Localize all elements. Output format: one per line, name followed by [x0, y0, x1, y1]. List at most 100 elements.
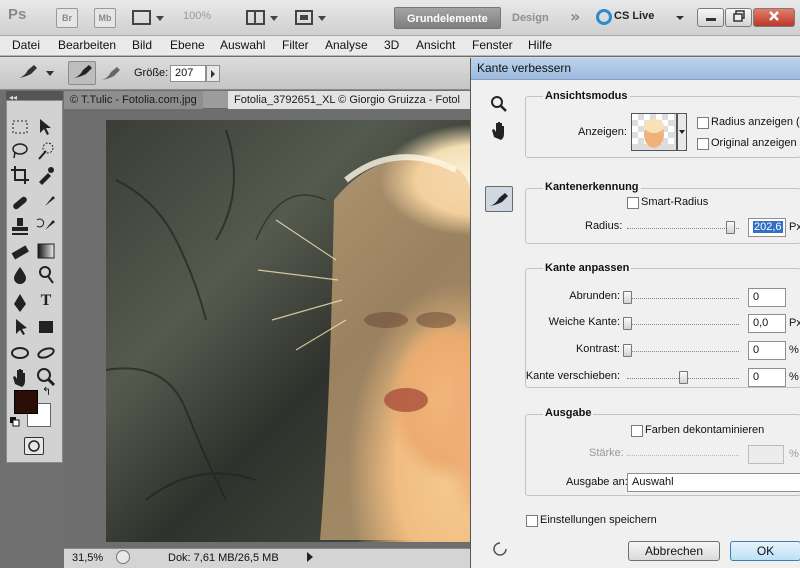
healing-brush-tool-icon[interactable] — [9, 192, 31, 214]
menu-ebene[interactable]: Ebene — [170, 38, 205, 52]
menu-3d[interactable]: 3D — [384, 38, 399, 52]
cs-live-menu[interactable]: CS Live — [614, 10, 654, 22]
menu-hilfe[interactable]: Hilfe — [528, 38, 552, 52]
gradient-tool-icon[interactable] — [35, 240, 57, 262]
output-to-label: Ausgabe an: — [566, 476, 628, 488]
clone-stamp-tool-icon[interactable] — [9, 216, 31, 238]
type-tool-icon[interactable]: T — [35, 292, 57, 314]
show-original-label: Original anzeigen (P) — [711, 137, 800, 149]
menu-analyse[interactable]: Analyse — [325, 38, 368, 52]
workspace-design-button[interactable]: Design — [500, 7, 561, 29]
menu-filter[interactable]: Filter — [282, 38, 309, 52]
show-original-checkbox[interactable] — [697, 138, 709, 150]
radius-slider[interactable] — [627, 228, 739, 229]
brush-tool-icon[interactable] — [35, 192, 57, 214]
3d-rotate-tool-icon[interactable] — [9, 342, 31, 364]
3d-orbit-tool-icon[interactable] — [35, 342, 57, 364]
lasso-tool-icon[interactable] — [9, 140, 31, 162]
view-mode-preview[interactable] — [631, 113, 677, 151]
chevron-down-icon[interactable] — [676, 12, 684, 20]
menu-bearbeiten[interactable]: Bearbeiten — [58, 38, 116, 52]
menu-auswahl[interactable]: Auswahl — [220, 38, 265, 52]
adjust-row-unit: % — [789, 371, 799, 383]
blur-tool-icon[interactable] — [9, 264, 31, 286]
close-window-button[interactable] — [753, 8, 795, 27]
erase-refinements-tool-icon[interactable] — [98, 63, 124, 85]
move-tool-icon[interactable] — [35, 116, 57, 138]
arrange-documents-icon[interactable] — [246, 9, 280, 27]
tool-preset-picker[interactable] — [16, 63, 56, 83]
radius-label: Radius: — [585, 220, 623, 232]
eyedropper-tool-icon[interactable] — [35, 164, 57, 186]
shape-tool-icon[interactable] — [35, 316, 57, 338]
refine-radius-tool-icon[interactable] — [68, 61, 96, 85]
swap-colors-icon[interactable]: ↰ — [42, 385, 51, 398]
quick-selection-tool-icon[interactable] — [35, 140, 57, 162]
adjust-row-slider[interactable] — [627, 324, 739, 325]
more-workspaces-icon[interactable]: » — [570, 7, 580, 26]
adjust-row-input[interactable]: 0 — [748, 368, 786, 387]
edge-detection-heading: Kantenerkennung — [543, 181, 641, 193]
menu-ansicht[interactable]: Ansicht — [416, 38, 455, 52]
quick-mask-button[interactable] — [24, 437, 44, 455]
zoom-level[interactable]: 100% — [183, 10, 211, 22]
eraser-tool-icon[interactable] — [9, 240, 31, 262]
adjust-row-slider-thumb[interactable] — [623, 291, 632, 304]
status-menu-arrow-icon[interactable] — [305, 551, 315, 563]
menu-datei[interactable]: Datei — [12, 38, 40, 52]
radius-value: 202,6 — [753, 221, 783, 233]
refine-radius-tool-icon[interactable] — [485, 186, 513, 212]
smart-radius-checkbox[interactable] — [627, 197, 639, 209]
view-mode-dropdown[interactable] — [677, 113, 687, 151]
ok-button[interactable]: OK — [730, 541, 800, 561]
radius-input[interactable]: 202,6 — [748, 218, 786, 237]
decontaminate-checkbox[interactable] — [631, 425, 643, 437]
menu-bild[interactable]: Bild — [132, 38, 152, 52]
default-colors-icon[interactable] — [10, 417, 20, 427]
status-info-icon[interactable] — [116, 550, 130, 564]
tab-fotolia-active[interactable]: Fotolia_3792651_XL © Giorgio Gruizza - F… — [228, 91, 470, 109]
size-dropdown-button[interactable] — [206, 65, 220, 82]
adjust-row-slider-thumb[interactable] — [623, 344, 632, 357]
status-zoom[interactable]: 31,5% — [72, 552, 103, 564]
cancel-button[interactable]: Abbrechen — [628, 541, 720, 561]
minimize-button[interactable] — [697, 8, 724, 27]
adjust-row-label: Kontrast: — [575, 343, 620, 355]
strength-slider[interactable] — [627, 455, 739, 456]
adjust-row-input[interactable]: 0,0 — [748, 314, 786, 333]
adjust-row-slider-thumb[interactable] — [679, 371, 688, 384]
zoom-tool-icon[interactable] — [485, 94, 513, 122]
hand-tool-icon[interactable] — [9, 366, 31, 388]
hand-tool-icon[interactable] — [485, 120, 513, 148]
view-extras-icon[interactable] — [132, 9, 166, 27]
crop-tool-icon[interactable] — [9, 164, 31, 186]
remember-settings-checkbox[interactable] — [526, 515, 538, 527]
dialog-title[interactable]: Kante verbessern — [471, 58, 800, 80]
size-input[interactable]: 207 — [170, 65, 206, 82]
workspace-grundelemente-button[interactable]: Grundelemente — [394, 7, 501, 29]
adjust-row-slider[interactable] — [627, 298, 739, 299]
menu-bar: Datei Bearbeiten Bild Ebene Auswahl Filt… — [0, 36, 800, 56]
mini-bridge-icon[interactable]: Mb — [94, 8, 116, 28]
output-to-select[interactable]: Auswahl — [627, 473, 800, 492]
adjust-row-input[interactable]: 0 — [748, 288, 786, 307]
screen-mode-icon[interactable] — [294, 9, 328, 27]
marquee-tool-icon[interactable] — [9, 116, 31, 138]
show-radius-checkbox[interactable] — [697, 117, 709, 129]
photoshop-logo: Ps — [8, 6, 27, 23]
radius-slider-thumb[interactable] — [726, 221, 735, 234]
adjust-row-slider[interactable] — [627, 351, 739, 352]
dodge-tool-icon[interactable] — [35, 264, 57, 286]
strength-input[interactable] — [748, 445, 784, 464]
pen-tool-icon[interactable] — [9, 292, 31, 314]
adjust-row-input[interactable]: 0 — [748, 341, 786, 360]
adjust-row-slider-thumb[interactable] — [623, 317, 632, 330]
document-image[interactable] — [106, 120, 470, 542]
menu-fenster[interactable]: Fenster — [472, 38, 513, 52]
tab-tulic[interactable]: © T.Tulic - Fotolia.com.jpg — [64, 91, 203, 109]
tools-panel-header[interactable]: ◂◂ — [6, 91, 63, 102]
restore-button[interactable] — [725, 8, 752, 27]
path-selection-tool-icon[interactable] — [9, 316, 31, 338]
bridge-icon[interactable]: Br — [56, 8, 78, 28]
history-brush-tool-icon[interactable] — [35, 216, 57, 238]
